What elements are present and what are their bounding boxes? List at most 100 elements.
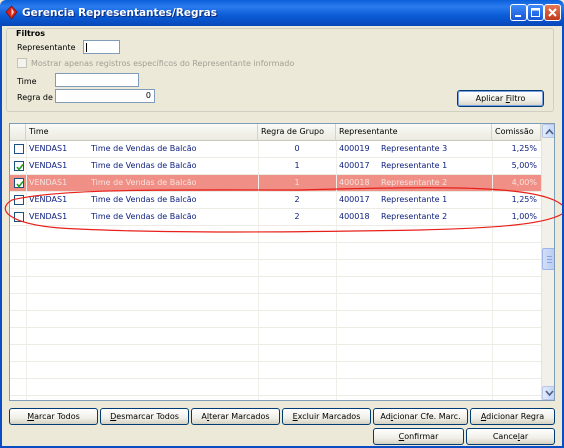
excluir-marcados-button[interactable]: Excluir Marcados xyxy=(282,408,371,425)
cancelar-label-b: ar xyxy=(519,432,529,441)
cell-rep-code: 400017 xyxy=(339,195,370,204)
row-checkbox[interactable] xyxy=(14,144,24,154)
window-title: Gerencia Representantes/Regras xyxy=(22,7,217,19)
cell-time-name: Time de Vendas de Balcão xyxy=(91,212,197,221)
cell-time-code: VENDAS1 xyxy=(29,161,68,170)
adicionar-regra-button[interactable]: Adicionar Regra xyxy=(470,408,555,425)
cell-rep-name: Representante 1 xyxy=(381,195,448,204)
aplicar-filtro-button[interactable]: Aplicar Filtro xyxy=(457,90,544,107)
cell-time-name: Time de Vendas de Balcão xyxy=(91,178,197,187)
empty-table-row xyxy=(10,311,541,328)
cancelar-label-a: Cance xyxy=(492,432,518,441)
table-row[interactable]: VENDAS1 Time de Vendas de Balcão 2 400017 Re… xyxy=(10,192,541,209)
table-row[interactable]: VENDAS1 Time de Vendas de Balcão 0 400019 Re… xyxy=(10,141,541,158)
row-checkbox[interactable] xyxy=(14,195,24,205)
cell-comissao: 4,00% xyxy=(511,178,537,187)
adicionar-cfe-marc-button[interactable]: Adicionar Cfe. Marc. xyxy=(373,408,468,425)
table-row[interactable]: VENDAS1 Time de Vendas de Balcão 1 400018 Re… xyxy=(10,175,541,192)
cell-regra-grupo: 2 xyxy=(294,195,300,204)
regras-grid[interactable]: Time Regra de Grupo Representante Comiss… xyxy=(9,123,555,401)
representante-input[interactable] xyxy=(83,40,120,54)
regra-grupo-input[interactable]: 0 xyxy=(55,89,155,103)
alterar-marcados-button[interactable]: Alterar Marcados xyxy=(191,408,280,425)
cell-rep-name: Representante 3 xyxy=(381,144,448,153)
cell-regra-grupo: 2 xyxy=(294,212,300,221)
grid-column-divider xyxy=(336,141,337,400)
cell-rep-name: Representante 1 xyxy=(381,161,448,170)
row-checkbox[interactable] xyxy=(14,178,24,188)
cell-rep-code: 400017 xyxy=(339,161,370,170)
cell-time-name: Time de Vendas de Balcão xyxy=(91,161,197,170)
cell-time-code: VENDAS1 xyxy=(29,212,68,221)
cell-regra-grupo: 1 xyxy=(294,161,300,170)
cell-time-name: Time de Vendas de Balcão xyxy=(91,144,197,153)
cell-comissao: 1,00% xyxy=(511,212,537,221)
cell-rep-name: Representante 2 xyxy=(381,212,448,221)
empty-table-row xyxy=(10,362,541,379)
app-logo-icon xyxy=(5,5,18,20)
empty-table-row xyxy=(10,345,541,362)
filters-group-label: Filtros xyxy=(16,29,45,38)
scroll-down-button[interactable] xyxy=(542,386,554,400)
table-row[interactable]: VENDAS1 Time de Vendas de Balcão 1 400017 Re… xyxy=(10,158,541,175)
cell-time-name: Time de Vendas de Balcão xyxy=(91,195,197,204)
cell-time-code: VENDAS1 xyxy=(29,195,68,204)
table-row[interactable]: VENDAS1 Time de Vendas de Balcão 2 400018 Re… xyxy=(10,209,541,226)
chevron-up-icon xyxy=(545,128,554,135)
row-checkbox[interactable] xyxy=(14,161,24,171)
close-button[interactable] xyxy=(544,4,561,21)
empty-table-row xyxy=(10,226,541,243)
grid-body: VENDAS1 Time de Vendas de Balcão 0 400019 Re… xyxy=(10,141,541,400)
chevron-down-icon xyxy=(545,390,554,397)
time-label: Time xyxy=(17,77,37,86)
time-input[interactable] xyxy=(55,73,139,87)
alterar-marcados-label-b: terar Marcados xyxy=(209,412,270,421)
maximize-button[interactable] xyxy=(527,4,544,21)
cell-comissao: 5,00% xyxy=(511,161,537,170)
cell-rep-code: 400018 xyxy=(339,212,370,221)
header-time[interactable]: Time xyxy=(26,124,258,141)
aplicar-filtro-label-a: Aplicar xyxy=(475,94,506,103)
grid-vertical-scrollbar[interactable] xyxy=(541,124,554,400)
minimize-button[interactable] xyxy=(510,4,527,21)
header-representante[interactable]: Representante xyxy=(336,124,492,141)
desmarcar-todos-label: esmarcar Todos xyxy=(116,412,179,421)
grid-column-divider xyxy=(258,141,259,400)
marcar-todos-label: arcar Todos xyxy=(34,412,80,421)
cell-rep-name: Representante 2 xyxy=(381,178,448,187)
header-regra-grupo[interactable]: Regra de Grupo xyxy=(258,124,336,141)
representante-specific-label: Mostrar apenas registros específicos do … xyxy=(31,59,295,68)
representante-specific-checkbox[interactable] xyxy=(17,58,27,68)
cell-regra-grupo: 1 xyxy=(294,178,300,187)
adicionar-cfe-label-b: cionar Cfe. Marc. xyxy=(393,412,461,421)
empty-table-row xyxy=(10,243,541,260)
aplicar-filtro-label-b: iltro xyxy=(509,94,526,103)
header-check-column xyxy=(10,124,26,141)
confirmar-button[interactable]: Confirmar xyxy=(373,428,464,445)
grid-column-divider xyxy=(492,141,493,400)
empty-table-row xyxy=(10,379,541,396)
row-checkbox[interactable] xyxy=(14,212,24,222)
text-caret xyxy=(86,43,87,52)
cancelar-button[interactable]: Cancelar xyxy=(466,428,555,445)
excluir-marcados-label: xcluir Marcados xyxy=(297,412,361,421)
adicionar-cfe-label-a: Ad xyxy=(380,412,391,421)
cell-comissao: 1,25% xyxy=(511,144,537,153)
marcar-todos-button[interactable]: Marcar Todos xyxy=(9,408,98,425)
header-comissao[interactable]: Comissão xyxy=(492,124,541,141)
adicionar-regra-label: dicionar Regra xyxy=(486,412,545,421)
cell-time-code: VENDAS1 xyxy=(29,144,68,153)
cell-comissao: 1,25% xyxy=(511,195,537,204)
cell-regra-grupo: 0 xyxy=(294,144,300,153)
empty-table-row xyxy=(10,328,541,345)
empty-table-row xyxy=(10,260,541,277)
close-icon xyxy=(548,8,557,17)
desmarcar-todos-button[interactable]: Desmarcar Todos xyxy=(100,408,189,425)
cell-time-code: VENDAS1 xyxy=(29,178,68,187)
representante-label: Representante xyxy=(17,43,76,52)
scroll-up-button[interactable] xyxy=(542,124,554,138)
cell-rep-code: 400019 xyxy=(339,144,370,153)
checkmark-icon xyxy=(16,181,24,188)
empty-table-row xyxy=(10,294,541,311)
scroll-thumb[interactable] xyxy=(542,248,554,270)
